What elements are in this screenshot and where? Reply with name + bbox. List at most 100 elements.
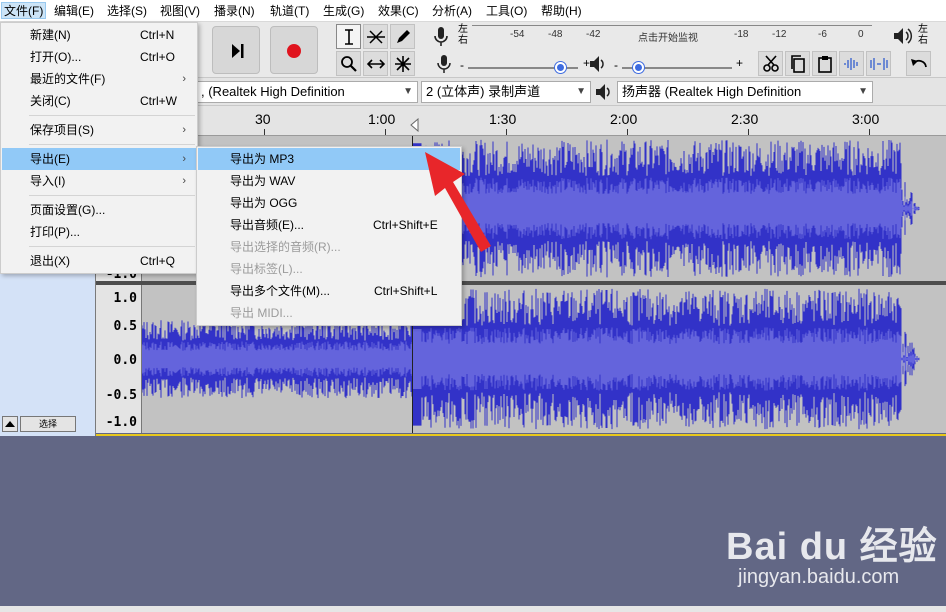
draw-tool-icon — [396, 29, 410, 43]
paste-button[interactable] — [812, 51, 837, 76]
timeline-tick: 1:00 — [368, 111, 396, 127]
channels-select[interactable]: 2 (立体声) 录制声道 ▼ — [421, 81, 591, 103]
recording-device-select[interactable]: , (Realtek High Definition ▼ — [196, 81, 418, 103]
menu-separator — [29, 115, 195, 116]
trim-button[interactable] — [839, 51, 864, 76]
selection-tool-button[interactable] — [336, 24, 361, 49]
silence-icon — [869, 57, 888, 70]
file-menu: 新建(N) Ctrl+N 打开(O)... Ctrl+O 最近的文件(F) › … — [0, 22, 198, 274]
cut-button[interactable] — [758, 51, 783, 76]
meter-tick: -18 — [734, 29, 749, 40]
play-head-marker-icon[interactable] — [410, 118, 420, 132]
draw-tool-button[interactable] — [390, 24, 415, 49]
menu-effect[interactable]: 效果(C) — [376, 3, 421, 20]
menu-tracks[interactable]: 轨道(T) — [268, 3, 311, 20]
collapse-track-button[interactable] — [2, 416, 18, 432]
watermark-url: jingyan.baidu.com — [738, 566, 900, 588]
menu-item-page-setup[interactable]: 页面设置(G)... — [2, 199, 196, 221]
menu-item-open[interactable]: 打开(O)... Ctrl+O — [2, 46, 196, 68]
zoom-tool-icon — [340, 55, 357, 72]
ruler-label: 1.0 — [113, 291, 137, 306]
multi-tool-button[interactable] — [390, 51, 415, 76]
menu-item-close[interactable]: 关闭(C) Ctrl+W — [2, 90, 196, 112]
menu-item-export[interactable]: 导出(E) › — [2, 148, 196, 170]
menu-item-recent-files[interactable]: 最近的文件(F) › — [2, 68, 196, 90]
menu-select[interactable]: 选择(S) — [105, 3, 149, 20]
timeline-tick: 2:00 — [610, 111, 638, 127]
chevron-right-icon: › — [182, 73, 186, 85]
undo-icon — [910, 58, 927, 67]
annotation-arrow-icon — [425, 152, 491, 252]
menu-bar: 文件(F) 编辑(E) 选择(S) 视图(V) 播录(N) 轨道(T) 生成(G… — [0, 0, 946, 22]
timeshift-tool-button[interactable] — [363, 51, 388, 76]
envelope-tool-icon — [366, 29, 385, 44]
menu-item-import[interactable]: 导入(I) › — [2, 170, 196, 192]
playback-volume-knob[interactable] — [633, 62, 644, 73]
meter-tick: -42 — [586, 29, 601, 40]
menu-help[interactable]: 帮助(H) — [539, 3, 584, 20]
timeshift-tool-icon — [366, 58, 385, 69]
meter-tick: -48 — [548, 29, 563, 40]
menu-item-export-labels: 导出标签(L)... — [230, 262, 303, 276]
play-meter-speaker-icon[interactable] — [892, 26, 914, 49]
menu-item-export-multiple[interactable]: 导出多个文件(M)... Ctrl+Shift+L — [198, 280, 460, 302]
chevron-right-icon: › — [182, 175, 186, 187]
meter-tick: -54 — [510, 29, 525, 40]
ruler-label: 0.5 — [113, 319, 137, 334]
record-meter-lr: 左 右 — [458, 24, 468, 46]
menu-edit[interactable]: 编辑(E) — [52, 3, 96, 20]
channels-value: 2 (立体声) 录制声道 — [426, 84, 541, 99]
silence-button[interactable] — [866, 51, 891, 76]
multi-tool-icon — [394, 55, 411, 72]
record-icon — [287, 44, 301, 58]
menu-item-print[interactable]: 打印(P)... — [2, 221, 196, 243]
record-meter[interactable]: -54 -48 -42 点击开始监视 -18 -12 -6 0 — [472, 24, 872, 48]
zoom-tool-button[interactable] — [336, 51, 361, 76]
menu-generate[interactable]: 生成(G) — [321, 3, 366, 20]
menu-tools[interactable]: 工具(O) — [484, 3, 529, 20]
meter-tick: 0 — [858, 29, 864, 40]
menu-transport[interactable]: 播录(N) — [212, 3, 257, 20]
envelope-tool-button[interactable] — [363, 24, 388, 49]
play-meter-lr: 左 右 — [918, 24, 928, 46]
triangle-up-icon — [5, 421, 15, 427]
select-track-button[interactable]: 选择 — [20, 416, 76, 432]
mic-icon — [436, 54, 452, 77]
menu-item-exit[interactable]: 退出(X) Ctrl+Q — [2, 250, 196, 272]
ruler-label: -0.5 — [105, 388, 137, 403]
chevron-right-icon: › — [182, 153, 186, 165]
recording-device-value: , (Realtek High Definition — [201, 84, 345, 99]
track-bottom-edge — [96, 434, 946, 436]
copy-button[interactable] — [785, 51, 810, 76]
menu-item-export-midi: 导出 MIDI... — [230, 306, 293, 320]
menu-view[interactable]: 视图(V) — [158, 3, 202, 20]
timeline-ruler[interactable]: 30 1:00 1:30 2:00 2:30 3:00 — [196, 106, 946, 136]
timeline-tick: 2:30 — [731, 111, 759, 127]
menu-separator — [29, 195, 195, 196]
chevron-down-icon: ▼ — [403, 86, 413, 97]
skip-end-icon — [232, 44, 244, 58]
undo-button[interactable] — [906, 51, 931, 76]
timeline-tick: 30 — [255, 111, 271, 127]
playback-device-select[interactable]: 扬声器 (Realtek High Definition ▼ — [617, 81, 873, 103]
channel-2-ruler: 1.0 0.5 0.0 -0.5 -1.0 — [96, 285, 142, 433]
meter-tick: -6 — [818, 29, 827, 40]
menu-item-new[interactable]: 新建(N) Ctrl+N — [2, 24, 196, 46]
trim-icon — [843, 57, 858, 70]
timeline-tick: 3:00 — [852, 111, 880, 127]
menu-analyze[interactable]: 分析(A) — [430, 3, 474, 20]
menu-separator — [29, 246, 195, 247]
ruler-label: -1.0 — [105, 415, 137, 430]
record-volume-knob[interactable] — [555, 62, 566, 73]
record-button[interactable] — [270, 26, 318, 74]
ruler-label: 0.0 — [113, 353, 137, 368]
record-meter-mic-icon[interactable] — [432, 26, 450, 51]
speaker-icon — [588, 55, 608, 76]
menu-file[interactable]: 文件(F) — [1, 2, 47, 19]
meter-start-monitoring[interactable]: 点击开始监视 — [638, 29, 698, 44]
selection-tool-icon — [344, 28, 353, 45]
playback-device-value: 扬声器 (Realtek High Definition — [622, 84, 802, 99]
menu-separator — [29, 144, 195, 145]
menu-item-save-project[interactable]: 保存项目(S) › — [2, 119, 196, 141]
skip-to-end-button[interactable] — [212, 26, 260, 74]
